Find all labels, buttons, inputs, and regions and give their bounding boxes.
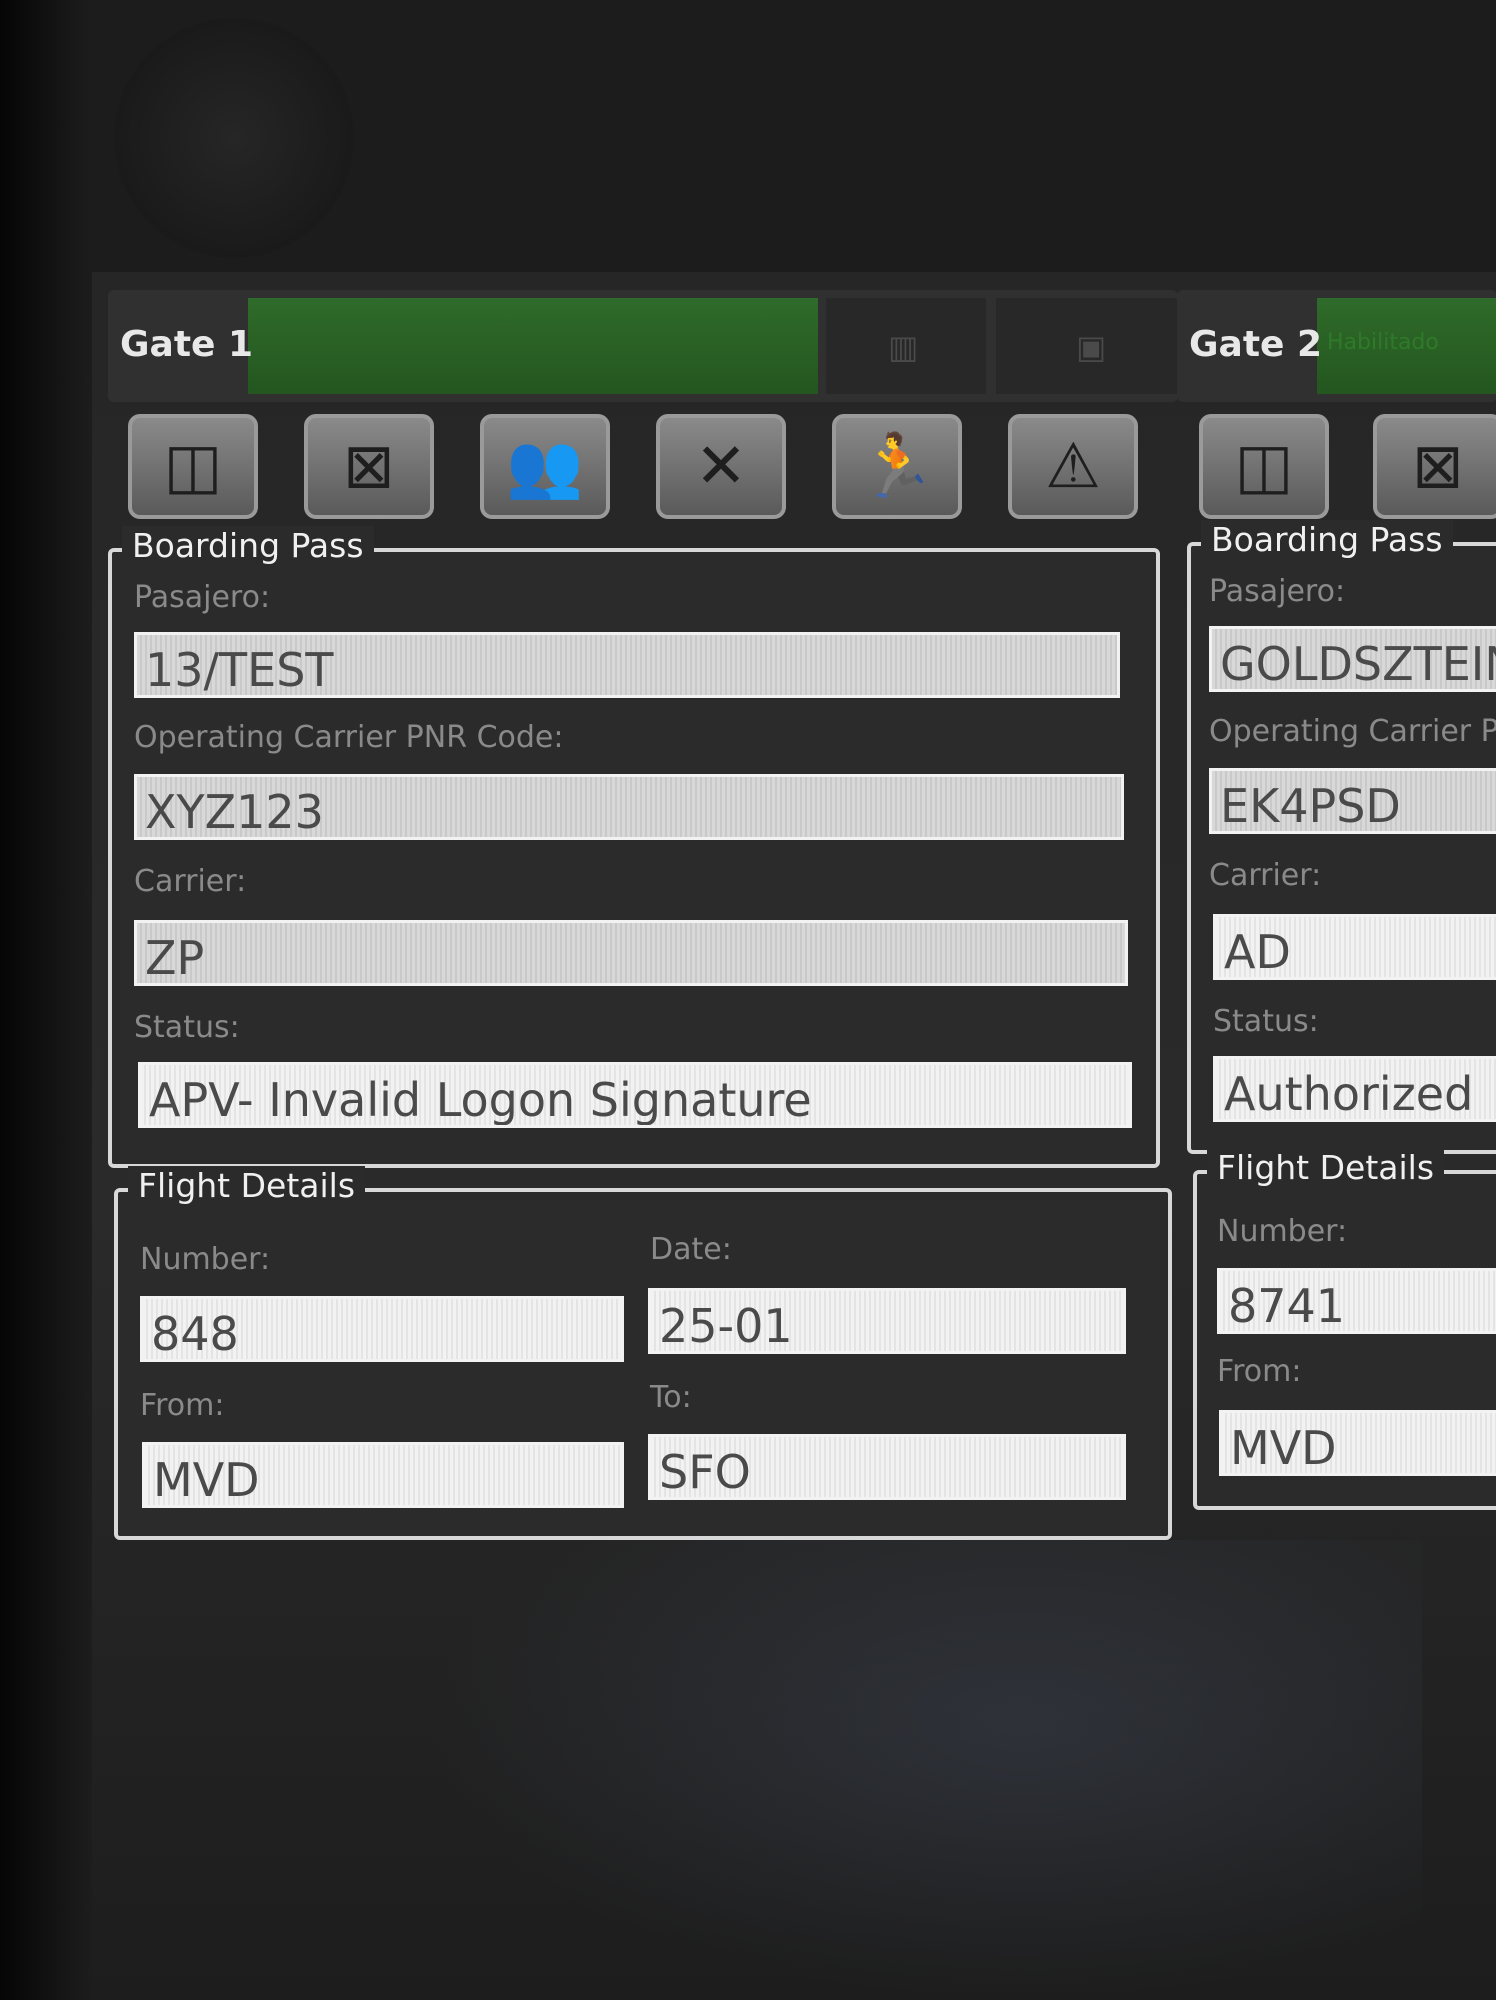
screen-reflection [422,1540,1422,2000]
status-field[interactable]: APV- Invalid Logon Signature [138,1062,1132,1128]
gate-monitor-screen: Gate 1 ▥ ▣ ◫ ⊠ 👥 ✕ 🏃 ⚠ Boarding Pass Pas… [92,0,1496,2000]
gate-2-controls: ◫ ⊠ [1177,414,1496,529]
number-label: Number: [140,1242,271,1277]
to-label: To: [650,1380,692,1415]
logo [114,18,354,258]
passenger-label: Pasajero: [134,580,271,615]
turnstile-icon[interactable]: ⊠ [1373,414,1496,519]
carrier-label: Carrier: [134,864,247,899]
gate-1: Gate 1 ▥ ▣ ◫ ⊠ 👥 ✕ 🏃 ⚠ Boarding Pass Pas… [108,290,1178,1540]
device-icon[interactable]: ▣ [1076,328,1106,366]
pnr-field[interactable]: XYZ123 [134,774,1124,840]
panel-title: Boarding Pass [1201,520,1453,559]
person-blocked-icon[interactable]: ✕ [656,414,786,519]
from-label: From: [140,1388,225,1423]
gate-2-header[interactable]: Gate 2 Habilitado [1177,290,1496,402]
person-running-icon[interactable]: 🏃 [832,414,962,519]
gate-2-flight-details-panel: Flight Details Number: 8741 From: MVD [1193,1148,1496,1510]
status-field[interactable]: Authorized [1213,1056,1496,1122]
status-label: Status: [134,1010,240,1045]
gate-1-controls: ◫ ⊠ 👥 ✕ 🏃 ⚠ [108,414,1178,529]
pnr-label: Operating Carrier PNR Code: [134,720,564,755]
carrier-label: Carrier: [1209,858,1322,893]
status-label: Status: [1213,1004,1319,1039]
flight-number-field[interactable]: 8741 [1217,1268,1496,1334]
two-persons-icon[interactable]: 👥 [480,414,610,519]
gate-2: Gate 2 Habilitado ◫ ⊠ Boarding Pass Pasa… [1177,290,1496,1510]
gate-2-title: Gate 2 [1189,324,1323,365]
turnstile-icon[interactable]: ⊠ [304,414,434,519]
barcode-icon[interactable]: ▥ [888,328,918,366]
warning-arrows-icon[interactable]: ⚠ [1008,414,1138,519]
gate-1-flight-details-panel: Flight Details Number: 848 Date: 25-01 F… [114,1166,1172,1540]
number-label: Number: [1217,1214,1348,1249]
gate-1-title: Gate 1 [120,324,254,365]
passenger-field[interactable]: 13/TEST [134,632,1120,698]
from-label: From: [1217,1354,1302,1389]
door-icon[interactable]: ◫ [1199,414,1329,519]
carrier-field[interactable]: AD [1213,914,1496,980]
gate-1-boarding-pass-panel: Boarding Pass Pasajero: 13/TEST Operatin… [108,526,1160,1168]
gate-2-status-text: Habilitado [1327,330,1439,355]
gate-2-boarding-pass-panel: Boarding Pass Pasajero: GOLDSZTEIN Opera… [1187,520,1496,1154]
door-icon[interactable]: ◫ [128,414,258,519]
panel-title: Flight Details [128,1166,366,1205]
from-field[interactable]: MVD [142,1442,624,1508]
date-field[interactable]: 25-01 [648,1288,1126,1354]
flight-number-field[interactable]: 848 [140,1296,624,1362]
gate-1-status-bar [248,298,818,394]
passenger-field[interactable]: GOLDSZTEIN [1209,626,1496,692]
monitor-bezel [0,0,92,2000]
to-field[interactable]: SFO [648,1434,1126,1500]
panel-title: Boarding Pass [122,526,374,565]
panel-title: Flight Details [1207,1148,1445,1187]
from-field[interactable]: MVD [1219,1410,1496,1476]
carrier-field[interactable]: ZP [134,920,1128,986]
date-label: Date: [650,1232,732,1267]
pnr-field[interactable]: EK4PSD [1209,768,1496,834]
gate-1-header[interactable]: Gate 1 ▥ ▣ [108,290,1178,402]
pnr-label: Operating Carrier PI [1209,714,1496,749]
passenger-label: Pasajero: [1209,574,1346,609]
